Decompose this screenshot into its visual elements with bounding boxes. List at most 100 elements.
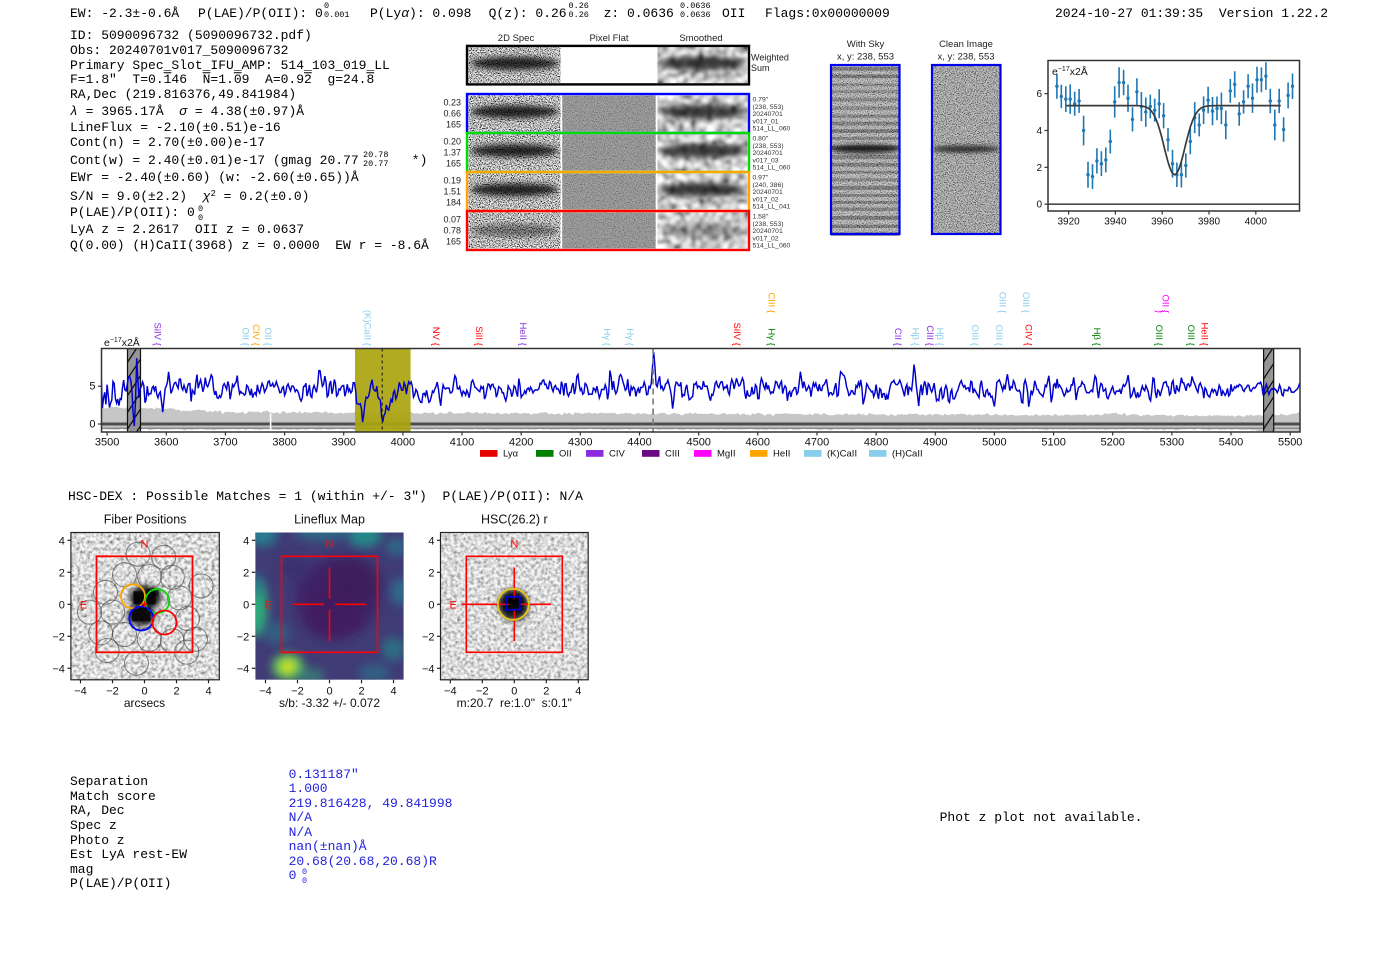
svg-text:0: 0 [243,599,249,611]
svg-text:Clean Image: Clean Image [939,39,993,50]
svg-text:CIV: CIV [609,449,626,460]
svg-text:(H)CaII: (H)CaII [892,449,923,460]
svg-text:3940: 3940 [1104,217,1127,228]
svg-text:4: 4 [428,535,434,547]
svg-text:0: 0 [428,599,434,611]
svg-text:N: N [510,539,518,551]
svg-text:OII: OII [559,449,572,460]
svg-text:2: 2 [243,567,249,579]
svg-text:OIII {: OIII { [996,292,1007,313]
svg-text:Lineflux Map: Lineflux Map [294,513,365,527]
svg-text:4: 4 [205,685,211,697]
svg-text:OIII {: OIII { [969,325,980,346]
svg-text:1.37: 1.37 [443,148,461,158]
svg-text:(K)CaII: (K)CaII [827,449,857,460]
svg-text:4200: 4200 [509,437,533,449]
svg-text:0.78: 0.78 [443,226,461,236]
svg-text:−2: −2 [237,631,250,643]
svg-text:5500: 5500 [1278,437,1302,449]
svg-text:4800: 4800 [864,437,888,449]
svg-text:3700: 3700 [213,437,237,449]
svg-text:20240701: 20240701 [753,111,783,118]
svg-text:−4: −4 [259,685,272,697]
svg-text:0: 0 [1036,200,1042,211]
svg-text:Fiber Positions: Fiber Positions [104,513,187,527]
svg-text:CIV {: CIV { [1023,324,1034,346]
svg-text:0.07: 0.07 [443,215,461,225]
svg-text:0.23: 0.23 [443,98,461,108]
svg-text:−2: −2 [422,631,435,643]
svg-text:1.51: 1.51 [443,187,461,197]
svg-text:5400: 5400 [1219,437,1243,449]
svg-text:2: 2 [173,685,179,697]
svg-text:−4: −4 [237,663,250,675]
svg-text:4000: 4000 [391,437,415,449]
svg-text:3980: 3980 [1198,217,1221,228]
svg-text:20240701: 20240701 [753,189,783,196]
svg-text:(240, 386): (240, 386) [753,182,784,189]
svg-text:6: 6 [1036,89,1042,100]
svg-text:4300: 4300 [568,437,592,449]
svg-text:HeII: HeII [773,449,790,460]
svg-text:184: 184 [446,198,461,208]
svg-text:2D Spec: 2D Spec [498,33,535,44]
svg-text:4000: 4000 [1245,217,1268,228]
svg-text:N: N [326,539,334,551]
svg-text:4: 4 [243,535,249,547]
svg-text:HSC(26.2) r: HSC(26.2) r [481,513,548,527]
svg-text:OIII {: OIII { [1020,292,1031,313]
svg-text:165: 165 [446,120,461,130]
svg-text:4500: 4500 [686,437,710,449]
svg-text:Hγ {: Hγ { [766,328,777,345]
svg-text:Hγ {: Hγ { [624,328,635,345]
svg-text:20240701: 20240701 [753,150,783,157]
svg-text:E: E [80,599,87,611]
svg-text:165: 165 [446,159,461,169]
svg-text:514_LL_060: 514_LL_060 [753,165,791,172]
svg-text:5000: 5000 [982,437,1006,449]
svg-text:OIII {: OIII { [993,325,1004,346]
svg-text:(238, 553): (238, 553) [753,221,784,228]
svg-text:e−17x2Å: e−17x2Å [104,336,140,349]
svg-text:OII {: OII { [262,327,273,345]
svg-text:−4: −4 [444,685,457,697]
svg-text:−2: −2 [106,685,119,697]
svg-text:Weighted: Weighted [751,53,789,63]
svg-text:E: E [265,599,272,611]
svg-text:Pixel Flat: Pixel Flat [589,33,628,44]
svg-text:CIII: CIII [665,449,680,460]
svg-text:e−17x2Å: e−17x2Å [1052,65,1088,78]
svg-text:CIII {: CIII { [924,325,935,346]
svg-text:2: 2 [59,567,65,579]
svg-text:Hβ {: Hβ { [934,328,945,346]
svg-text:(238, 553): (238, 553) [753,143,784,150]
svg-text:−2: −2 [52,631,65,643]
svg-text:v017_02: v017_02 [753,235,779,242]
svg-text:MgII: MgII [717,449,735,460]
svg-text:4: 4 [575,685,581,697]
svg-text:5300: 5300 [1160,437,1184,449]
svg-text:arcsecs: arcsecs [124,696,165,710]
svg-text:165: 165 [446,237,461,247]
svg-text:x, y: 238, 553: x, y: 238, 553 [937,52,994,63]
svg-text:m:20.7 re:1.0" s:0.1": m:20.7 re:1.0" s:0.1" [457,696,572,710]
svg-text:Hβ {: Hβ { [910,328,921,346]
svg-text:Sum: Sum [751,63,770,73]
svg-text:CIII {: CIII { [766,292,777,313]
svg-text:With Sky: With Sky [847,39,885,50]
svg-text:514_LL_041: 514_LL_041 [753,204,791,211]
svg-text:0.80": 0.80" [753,136,769,143]
svg-text:4: 4 [1036,126,1042,137]
svg-text:OII {: OII { [1160,295,1171,313]
svg-text:3960: 3960 [1151,217,1174,228]
svg-text:4700: 4700 [805,437,829,449]
svg-text:v017_03: v017_03 [753,157,779,164]
svg-text:SiIV {: SiIV { [731,323,742,346]
svg-text:4100: 4100 [450,437,474,449]
svg-text:0.66: 0.66 [443,109,461,119]
svg-text:s/b: -3.32 +/- 0.072: s/b: -3.32 +/- 0.072 [279,696,380,710]
svg-text:4400: 4400 [627,437,651,449]
svg-text:NV {: NV { [430,327,441,346]
svg-text:(K)CaII {: (K)CaII { [362,310,373,346]
svg-text:514_LL_060: 514_LL_060 [753,243,791,250]
